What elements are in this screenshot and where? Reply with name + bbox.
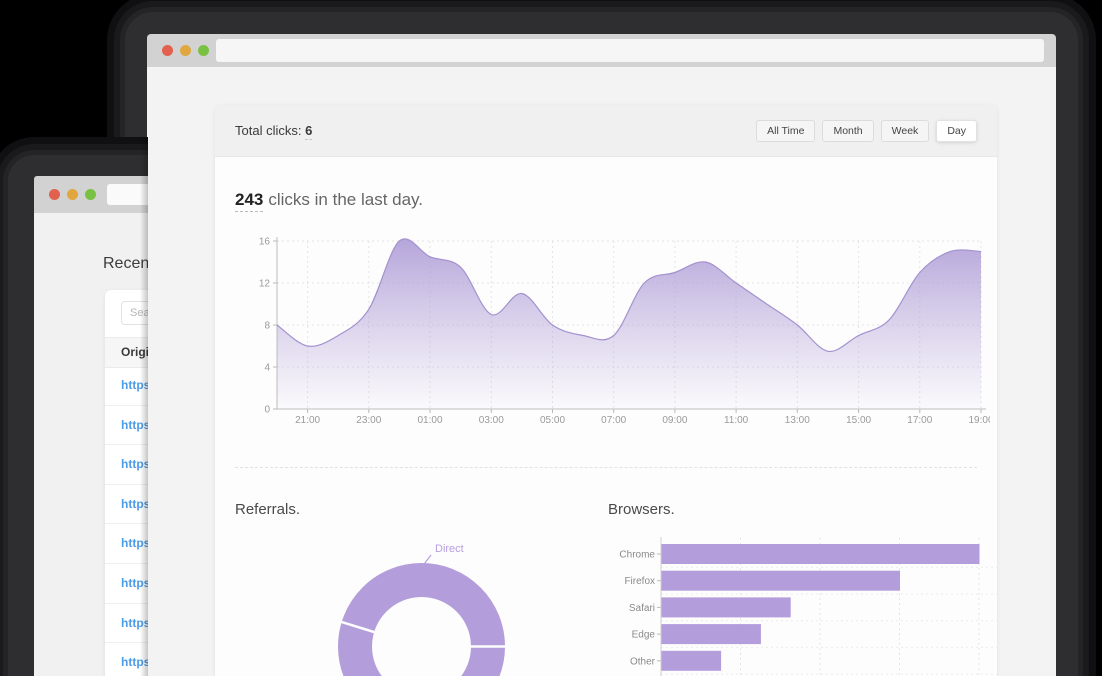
svg-text:03:00: 03:00: [479, 415, 504, 426]
svg-text:0: 0: [264, 405, 270, 416]
referrals-title: Referrals.: [235, 501, 300, 518]
svg-text:13:00: 13:00: [785, 415, 810, 426]
back-titlebar: [34, 176, 148, 213]
search-input[interactable]: [121, 301, 148, 325]
links-table-card: Origin https://https://https://https://h…: [105, 290, 148, 676]
recent-links-page: Recent Origin https://https://https://ht…: [34, 213, 148, 676]
table-row[interactable]: https://: [105, 366, 148, 406]
back-browser-window: Recent Origin https://https://https://ht…: [8, 155, 148, 676]
back-window-region: Recent Origin https://https://https://ht…: [0, 137, 148, 676]
svg-text:09:00: 09:00: [662, 415, 687, 426]
svg-text:16: 16: [259, 237, 271, 248]
svg-text:21:00: 21:00: [295, 415, 320, 426]
section-divider: [235, 467, 977, 468]
svg-text:23:00: 23:00: [356, 415, 381, 426]
traffic-lights: [49, 176, 96, 213]
svg-text:15:00: 15:00: [846, 415, 871, 426]
traffic-lights: [162, 34, 209, 67]
table-row[interactable]: https://: [105, 564, 148, 604]
browsers-bar-chart: Chrome Firefox Safari Edge Other: [600, 535, 1010, 676]
front-browser-window: Total clicks: 6 All Time Month Week Day 243…: [125, 12, 1078, 676]
clicks-count: 243: [235, 190, 263, 212]
total-clicks-value: 6: [305, 123, 312, 140]
front-titlebar: [147, 34, 1056, 67]
range-button-week[interactable]: Week: [881, 120, 930, 142]
svg-text:Edge: Edge: [632, 630, 656, 641]
svg-text:05:00: 05:00: [540, 415, 565, 426]
svg-text:12: 12: [259, 279, 271, 290]
url-bar[interactable]: [107, 184, 148, 205]
total-clicks: Total clicks: 6: [235, 123, 312, 138]
range-button-month[interactable]: Month: [822, 120, 873, 142]
original-url-link[interactable]: https://: [121, 616, 148, 630]
range-button-day[interactable]: Day: [936, 120, 977, 142]
svg-text:Safari: Safari: [629, 603, 655, 614]
original-url-link[interactable]: https://: [121, 536, 148, 550]
maximize-button[interactable]: [85, 189, 96, 200]
original-url-link[interactable]: https://: [121, 378, 148, 392]
svg-text:8: 8: [264, 321, 270, 332]
url-bar[interactable]: [216, 39, 1044, 62]
minimize-button[interactable]: [180, 45, 191, 56]
svg-text:4: 4: [264, 363, 270, 374]
browsers-title: Browsers.: [608, 501, 675, 518]
links-table-body: https:// https:// https:// https:// https://…: [105, 366, 148, 676]
table-row[interactable]: https://: [105, 604, 148, 644]
svg-text:Firefox: Firefox: [624, 576, 655, 587]
clicks-area-chart: 21:00 23:00 01:00 03:00 05:00 07:00 09:00 11:00…: [230, 230, 990, 430]
analytics-card: Total clicks: 6 All Time Month Week Day 243…: [215, 105, 997, 676]
range-button-all-time[interactable]: All Time: [756, 120, 815, 142]
original-url-link[interactable]: https://: [121, 576, 148, 590]
minimize-button[interactable]: [67, 189, 78, 200]
table-row[interactable]: https://: [105, 406, 148, 446]
original-url-link[interactable]: https://: [121, 655, 148, 669]
svg-text:Other: Other: [630, 656, 656, 667]
svg-text:Chrome: Chrome: [619, 550, 655, 561]
recent-heading: Recent: [103, 255, 148, 273]
original-url-link[interactable]: https://: [121, 497, 148, 511]
original-url-link[interactable]: https://: [121, 418, 148, 432]
original-url-link[interactable]: https://: [121, 457, 148, 471]
total-clicks-label: Total clicks:: [235, 123, 301, 138]
maximize-button[interactable]: [198, 45, 209, 56]
stats-bar: Total clicks: 6 All Time Month Week Day: [215, 105, 997, 157]
svg-text:19:00: 19:00: [968, 415, 990, 426]
clicks-headline: 243 clicks in the last day.: [235, 190, 423, 210]
dashboard-page: Total clicks: 6 All Time Month Week Day 243…: [147, 67, 1056, 676]
table-header-origin: Origin: [105, 337, 148, 368]
svg-text:07:00: 07:00: [601, 415, 626, 426]
close-button[interactable]: [162, 45, 173, 56]
close-button[interactable]: [49, 189, 60, 200]
table-row[interactable]: https://: [105, 524, 148, 564]
table-row[interactable]: https://: [105, 485, 148, 525]
svg-text:17:00: 17:00: [907, 415, 932, 426]
page-background: { "colors": { "accent": "#b39ddb", "link…: [0, 0, 1102, 676]
referrals-donut-chart: Direct: [235, 535, 615, 676]
svg-text:11:00: 11:00: [724, 415, 749, 426]
svg-text:01:00: 01:00: [417, 415, 442, 426]
table-row[interactable]: https://: [105, 445, 148, 485]
clicks-headline-text: clicks in the last day.: [268, 190, 423, 209]
range-button-group: All Time Month Week Day: [756, 120, 977, 142]
svg-text:Direct: Direct: [435, 543, 464, 555]
table-row[interactable]: https://: [105, 643, 148, 676]
